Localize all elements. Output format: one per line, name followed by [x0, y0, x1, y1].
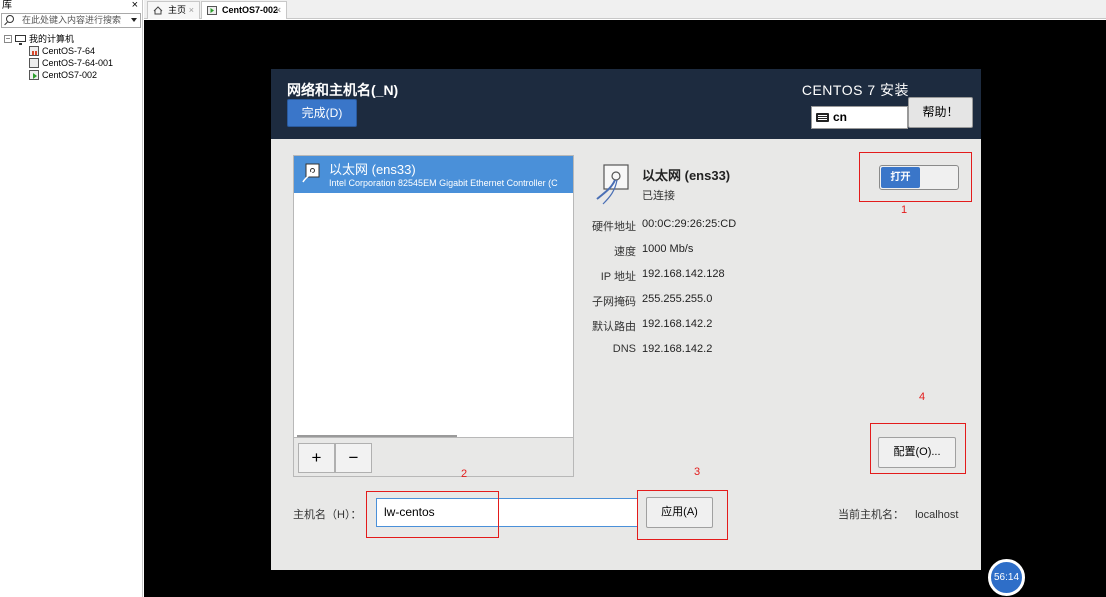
- ethernet-icon: [302, 163, 320, 183]
- close-icon[interactable]: ×: [276, 2, 281, 19]
- vm-stopped-icon: [29, 46, 39, 56]
- search-placeholder: 在此处键入内容进行搜索: [22, 15, 122, 25]
- vm-running-icon: [29, 70, 39, 80]
- installer-header: 网络和主机名(_N) 完成(D) CENTOS 7 安装 cn 帮助！: [271, 69, 981, 139]
- detail-key: 速度: [614, 246, 636, 258]
- vm-icon: [29, 58, 39, 68]
- detail-value: 192.168.142.2: [642, 343, 713, 355]
- ethernet-icon: [596, 164, 629, 205]
- annotation-number-1: 1: [901, 204, 908, 216]
- detail-key: 默认路由: [592, 321, 636, 333]
- detail-value: 1000 Mb/s: [642, 243, 694, 255]
- current-hostname-value: localhost: [915, 509, 959, 521]
- close-icon[interactable]: ×: [189, 2, 194, 19]
- detail-row: IP 地址 192.168.142.128: [571, 268, 921, 286]
- library-search-input[interactable]: 在此处键入内容进行搜索: [1, 13, 141, 28]
- page-title: 网络和主机名(_N): [287, 82, 399, 98]
- device-detail-name: 以太网 (ens33): [642, 168, 731, 183]
- remove-device-button[interactable]: −: [335, 443, 372, 473]
- tree-root-label: 我的计算机: [29, 34, 75, 44]
- annotation-box-2: [366, 491, 499, 538]
- detail-key: 硬件地址: [592, 221, 636, 233]
- done-button[interactable]: 完成(D): [287, 99, 357, 127]
- keyboard-layout: cn: [833, 110, 848, 124]
- vm-label: CentOS7-002: [42, 70, 98, 80]
- detail-row: 子网掩码 255.255.255.0: [571, 293, 921, 311]
- library-title: 库: [2, 0, 12, 11]
- detail-row: 速度 1000 Mb/s: [571, 243, 921, 261]
- close-icon[interactable]: ×: [132, 0, 138, 11]
- hostname-label: 主机名（H）：: [293, 509, 362, 521]
- device-status: 已连接: [642, 190, 675, 202]
- detail-value: 192.168.142.128: [642, 268, 725, 280]
- detail-row: DNS 192.168.142.2: [571, 343, 921, 361]
- vm-running-icon: [207, 6, 217, 15]
- keyboard-icon: [816, 113, 829, 122]
- library-panel: 库 × 在此处键入内容进行搜索 − 我的计算机 CentOS-7-64 Cent…: [0, 0, 143, 597]
- device-name: 以太网 (ens33): [329, 162, 416, 177]
- vm-console[interactable]: 网络和主机名(_N) 完成(D) CENTOS 7 安装 cn 帮助！ 以太网 …: [144, 20, 1106, 597]
- horizontal-scrollbar[interactable]: [297, 435, 457, 437]
- detail-value: 192.168.142.2: [642, 318, 713, 330]
- detail-row: 默认路由 192.168.142.2: [571, 318, 921, 336]
- device-description: Intel Corporation 82545EM Gigabit Ethern…: [329, 178, 558, 188]
- vm-label: CentOS-7-64-001: [42, 58, 114, 68]
- tab-bar: 主页 × CentOS7-002 ×: [144, 0, 1106, 19]
- collapse-icon[interactable]: −: [4, 35, 12, 43]
- annotation-number-4: 4: [919, 391, 926, 403]
- detail-value: 255.255.255.0: [642, 293, 713, 305]
- annotation-box-3: [637, 490, 728, 540]
- detail-key: 子网掩码: [592, 296, 636, 308]
- detail-key: IP 地址: [600, 271, 636, 283]
- annotation-box-4: [870, 423, 966, 474]
- vm-label: CentOS-7-64: [42, 46, 96, 56]
- detail-key: DNS: [612, 343, 636, 355]
- computer-icon: [15, 35, 26, 45]
- search-icon: [6, 15, 14, 23]
- tab-centos7-002[interactable]: CentOS7-002 ×: [201, 1, 287, 19]
- annotation-number-2: 2: [461, 468, 468, 480]
- library-header: 库 ×: [0, 0, 142, 12]
- home-icon: [153, 6, 163, 15]
- current-hostname-label: 当前主机名：: [838, 509, 904, 521]
- network-device-item[interactable]: 以太网 (ens33) Intel Corporation 82545EM Gi…: [294, 156, 573, 193]
- keyboard-layout-indicator[interactable]: cn: [811, 106, 908, 129]
- tab-label: 主页: [168, 5, 187, 15]
- tab-home[interactable]: 主页 ×: [147, 1, 200, 19]
- network-device-list[interactable]: 以太网 (ens33) Intel Corporation 82545EM Gi…: [293, 155, 574, 438]
- device-actions: + −: [293, 438, 574, 477]
- tab-label: CentOS7-002: [222, 5, 279, 15]
- product-title: CENTOS 7 安装: [801, 82, 909, 98]
- annotation-number-3: 3: [694, 466, 701, 478]
- annotation-box-1: [859, 152, 972, 202]
- chevron-down-icon[interactable]: [131, 18, 137, 22]
- detail-value: 00:0C:29:26:25:CD: [642, 218, 737, 230]
- timer-badge[interactable]: 56:14: [988, 559, 1025, 596]
- current-hostname: 当前主机名： localhost: [838, 506, 958, 522]
- detail-row: 硬件地址 00:0C:29:26:25:CD: [571, 218, 921, 236]
- add-device-button[interactable]: +: [298, 443, 335, 473]
- help-button[interactable]: 帮助！: [908, 97, 973, 128]
